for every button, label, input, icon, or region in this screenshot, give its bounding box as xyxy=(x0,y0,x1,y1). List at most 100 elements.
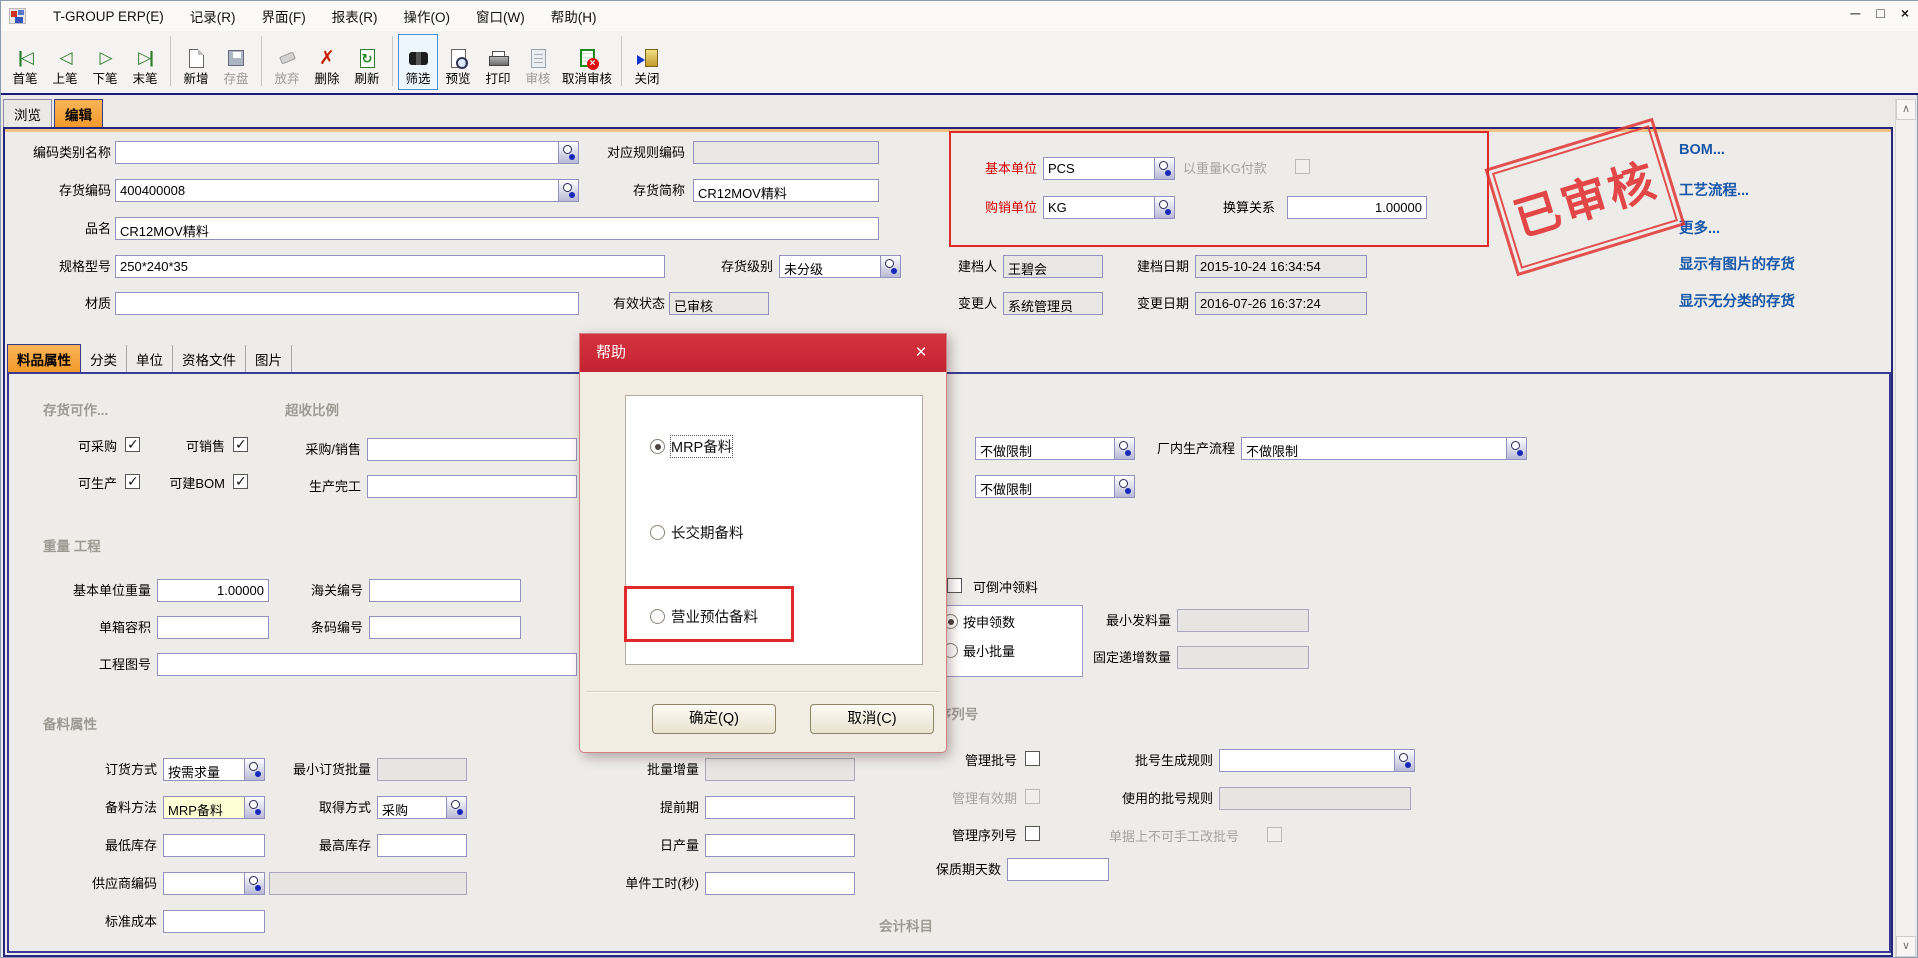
lookup-icon[interactable] xyxy=(1154,196,1175,219)
purchasable-checkbox[interactable] xyxy=(125,437,140,452)
min-stock-field[interactable] xyxy=(163,834,265,857)
menu-interface[interactable]: 界面(F) xyxy=(249,2,319,30)
scroll-down-icon[interactable]: ∨ xyxy=(1896,936,1916,957)
backflush-label: 可倒冲领料 xyxy=(973,579,1038,597)
tab-qualification-files[interactable]: 资格文件 xyxy=(173,345,246,372)
lookup-icon[interactable] xyxy=(558,179,579,202)
inv-short-field[interactable]: CR12MOV精料 xyxy=(693,179,879,202)
fixed-increment-label: 固定递增数量 xyxy=(1077,649,1171,667)
print-button[interactable]: 打印 xyxy=(478,34,518,90)
conversion-field[interactable]: 1.00000 xyxy=(1287,196,1427,219)
link-show-with-images[interactable]: 显示有图片的存货 xyxy=(1679,253,1795,274)
lookup-icon[interactable] xyxy=(1506,437,1527,460)
code-type-field[interactable] xyxy=(115,141,579,164)
customs-code-field[interactable] xyxy=(369,579,521,602)
help-dialog-titlebar[interactable]: 帮助 xyxy=(580,334,946,372)
min-order-qty-label: 最小订货批量 xyxy=(271,761,371,779)
preview-button[interactable]: 预览 xyxy=(438,34,478,90)
order-method-field[interactable]: 按需求量 xyxy=(163,758,265,781)
lookup-icon[interactable] xyxy=(1114,437,1135,460)
acquire-method-field[interactable]: 采购 xyxy=(377,796,467,819)
tab-browse[interactable]: 浏览 xyxy=(3,99,52,127)
long-leadtime-prep-radio[interactable] xyxy=(650,525,665,540)
tab-images[interactable]: 图片 xyxy=(246,345,292,372)
barcode-field[interactable] xyxy=(369,616,521,639)
backflush-checkbox[interactable] xyxy=(947,578,962,593)
lookup-icon[interactable] xyxy=(1114,475,1135,498)
link-more[interactable]: 更多... xyxy=(1679,217,1720,238)
minimize-button[interactable]: ─ xyxy=(1850,5,1860,21)
inv-code-field[interactable]: 400400008 xyxy=(115,179,579,202)
factory-flow-field[interactable]: 不做限制 xyxy=(1241,437,1527,460)
link-process-flow[interactable]: 工艺流程... xyxy=(1679,179,1749,200)
filter-button[interactable]: 筛选 xyxy=(398,34,438,90)
lookup-icon[interactable] xyxy=(244,758,265,781)
supplier-code-field[interactable] xyxy=(163,872,265,895)
link-bom[interactable]: BOM... xyxy=(1679,142,1725,158)
lookup-icon[interactable] xyxy=(446,796,467,819)
add-button[interactable]: 新增 xyxy=(176,34,216,90)
trade-unit-field[interactable]: KG xyxy=(1043,196,1175,219)
menu-help[interactable]: 帮助(H) xyxy=(538,2,610,30)
can-bom-checkbox[interactable] xyxy=(233,474,248,489)
manage-batch-checkbox[interactable] xyxy=(1025,751,1040,766)
sellable-checkbox[interactable] xyxy=(233,437,248,452)
producible-checkbox[interactable] xyxy=(125,474,140,489)
restore-button[interactable]: □ xyxy=(1876,5,1884,21)
lead-time-field[interactable] xyxy=(705,796,855,819)
refresh-button[interactable]: 刷新 xyxy=(347,34,387,90)
std-cost-field[interactable] xyxy=(163,910,265,933)
base-unit-field[interactable]: PCS xyxy=(1043,157,1175,180)
menu-operation[interactable]: 操作(O) xyxy=(391,2,464,30)
prep-method-field[interactable]: MRP备料 xyxy=(163,796,265,819)
tab-edit[interactable]: 编辑 xyxy=(54,99,103,127)
drawing-no-field[interactable] xyxy=(157,653,577,676)
delete-button[interactable]: ✗ 删除 xyxy=(307,34,347,90)
product-name-field[interactable]: CR12MOV精料 xyxy=(115,217,879,240)
cancel-audit-button[interactable]: 取消审核 xyxy=(558,34,616,90)
close-form-button[interactable]: 关闭 xyxy=(627,34,667,90)
inv-level-field[interactable]: 未分级 xyxy=(779,255,901,278)
ok-button[interactable]: 确定(Q) xyxy=(652,704,776,734)
long-leadtime-prep-label[interactable]: 长交期备料 xyxy=(671,522,744,543)
lookup-icon[interactable] xyxy=(244,796,265,819)
daily-output-field[interactable] xyxy=(705,834,855,857)
menu-record[interactable]: 记录(R) xyxy=(177,2,249,30)
menu-window[interactable]: 窗口(W) xyxy=(463,2,538,30)
tab-unit[interactable]: 单位 xyxy=(127,345,173,372)
prev-record-button[interactable]: ◁ 上笔 xyxy=(45,34,85,90)
lookup-icon[interactable] xyxy=(558,141,579,164)
lookup-icon[interactable] xyxy=(1154,157,1175,180)
prod-finish-field[interactable] xyxy=(367,475,577,498)
close-button[interactable]: × xyxy=(1901,5,1909,21)
unit-hours-field[interactable] xyxy=(705,872,855,895)
last-record-button[interactable]: ▷| 末笔 xyxy=(125,34,165,90)
menu-report[interactable]: 报表(R) xyxy=(319,2,391,30)
lookup-icon[interactable] xyxy=(244,872,265,895)
spec-field[interactable]: 250*240*35 xyxy=(115,255,665,278)
max-stock-field[interactable] xyxy=(377,834,467,857)
lookup-icon[interactable] xyxy=(1394,749,1415,772)
shelf-days-field[interactable] xyxy=(1007,858,1109,881)
material-field[interactable] xyxy=(115,292,579,315)
tab-item-attributes[interactable]: 料品属性 xyxy=(7,344,81,372)
vertical-scrollbar[interactable]: ∧ ∨ xyxy=(1895,99,1915,957)
menu-tgroup-erp[interactable]: T-GROUP ERP(E) xyxy=(40,5,177,28)
first-record-button[interactable]: |◁ 首笔 xyxy=(5,34,45,90)
purchase-sale-field[interactable] xyxy=(367,438,577,461)
manage-serial-checkbox[interactable] xyxy=(1025,826,1040,841)
lookup-icon[interactable] xyxy=(880,255,901,278)
box-volume-field[interactable] xyxy=(157,616,269,639)
flow1-field[interactable]: 不做限制 xyxy=(975,437,1135,460)
batch-rule-field[interactable] xyxy=(1219,749,1415,772)
tab-classification[interactable]: 分类 xyxy=(81,345,127,372)
mrp-prep-label[interactable]: MRP备料 xyxy=(671,436,732,457)
link-show-unclassified[interactable]: 显示无分类的存货 xyxy=(1679,290,1795,311)
next-record-button[interactable]: ▷ 下笔 xyxy=(85,34,125,90)
cancel-button[interactable]: 取消(C) xyxy=(810,704,934,734)
dialog-close-icon[interactable]: × xyxy=(908,340,934,366)
base-weight-field[interactable]: 1.00000 xyxy=(157,579,269,602)
flow2-field[interactable]: 不做限制 xyxy=(975,475,1135,498)
scroll-up-icon[interactable]: ∧ xyxy=(1896,99,1916,120)
mrp-prep-radio[interactable] xyxy=(650,439,665,454)
